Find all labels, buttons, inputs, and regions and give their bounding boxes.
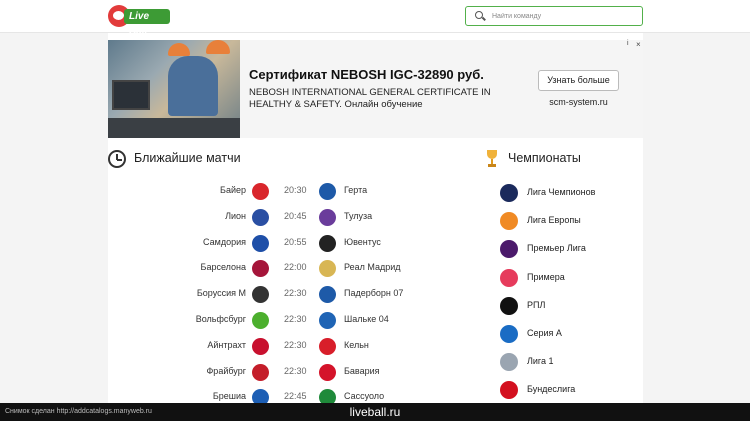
league-logo-icon (500, 325, 518, 343)
away-team-logo-icon (319, 337, 336, 355)
league-logo-icon (500, 184, 518, 202)
home-team-logo-icon (252, 183, 269, 200)
home-team-name[interactable]: Вольфсбург (196, 314, 246, 324)
match-time: 22:45 (284, 391, 307, 402)
league-logo-icon (500, 240, 518, 259)
championship-name[interactable]: Премьер Лига (527, 243, 586, 253)
away-team-name[interactable]: Герта (344, 185, 367, 195)
away-team-logo-icon (319, 286, 336, 304)
match-time: 22:00 (284, 262, 307, 273)
championship-item[interactable]: Лига Европы (500, 210, 640, 232)
championship-item[interactable]: Лига Чемпионов (500, 182, 640, 204)
home-team-logo-icon (252, 337, 269, 355)
match-time: 22:30 (284, 365, 307, 376)
home-team-logo-icon (252, 260, 269, 278)
home-team-name[interactable]: Лион (225, 211, 246, 221)
away-team-name[interactable]: Сассуоло (344, 391, 384, 401)
league-logo-icon (500, 212, 518, 231)
championship-name[interactable]: Примера (527, 272, 565, 282)
away-team-logo-icon (319, 208, 336, 226)
match-row[interactable]: Айнтрахт 22:30 Кельн (108, 334, 438, 360)
away-team-logo-icon (319, 312, 336, 329)
home-team-name[interactable]: Боруссия М (197, 288, 246, 298)
championship-name[interactable]: Лига Чемпионов (527, 187, 595, 197)
matches-title: Ближайшие матчи (134, 151, 241, 165)
home-team-logo-icon (252, 208, 269, 226)
ad-learn-more-button[interactable]: Узнать больше (538, 70, 619, 91)
home-team-name[interactable]: Брешиа (213, 391, 246, 401)
championship-item[interactable]: РПЛ (500, 295, 640, 317)
away-team-name[interactable]: Тулуза (344, 211, 372, 221)
home-team-logo-icon (252, 363, 269, 381)
site-logo[interactable]: Live Ball (108, 5, 170, 37)
search-input[interactable] (492, 8, 640, 24)
footer: Снимок сделан http://addcatalogs.manyweb… (0, 403, 750, 421)
league-logo-icon (500, 296, 518, 315)
away-team-name[interactable]: Шальке 04 (344, 314, 389, 324)
home-team-name[interactable]: Фрайбург (206, 366, 246, 376)
championship-item[interactable]: Примера (500, 267, 640, 289)
home-team-name[interactable]: Самдория (203, 237, 246, 247)
home-team-logo-icon (252, 312, 269, 329)
home-team-name[interactable]: Айнтрахт (207, 340, 246, 350)
championships-title: Чемпионаты (508, 151, 581, 165)
championship-item[interactable]: Бундеслига (500, 379, 640, 401)
clock-icon (108, 150, 126, 168)
search-icon (475, 11, 483, 19)
match-time: 20:45 (284, 210, 307, 221)
away-team-logo-icon (319, 183, 336, 200)
logo-text: Live Ball (124, 9, 170, 37)
championship-name[interactable]: Бундеслига (527, 384, 575, 394)
championship-name[interactable]: Лига 1 (527, 356, 554, 366)
home-team-name[interactable]: Барселона (201, 262, 246, 272)
match-time: 22:30 (284, 339, 307, 350)
match-row[interactable]: Боруссия М 22:30 Падерборн 07 (108, 282, 438, 308)
match-row[interactable]: Байер 20:30 Герта (108, 179, 438, 205)
away-team-logo-icon (319, 234, 336, 252)
ad-info-icon[interactable]: i (627, 40, 629, 47)
match-row[interactable]: Фрайбург 22:30 Бавария (108, 360, 438, 386)
ad-image[interactable] (108, 40, 240, 138)
away-team-name[interactable]: Кельн (344, 340, 369, 350)
championship-name[interactable]: РПЛ (527, 300, 545, 310)
match-row[interactable]: Вольфсбург 22:30 Шальке 04 (108, 308, 438, 334)
league-logo-icon (500, 353, 518, 372)
footer-site[interactable]: liveball.ru (0, 405, 750, 419)
championship-name[interactable]: Серия А (527, 328, 562, 338)
ad-description: NEBOSH INTERNATIONAL GENERAL CERTIFICATE… (249, 87, 491, 110)
away-team-name[interactable]: Бавария (344, 366, 380, 376)
ad-title[interactable]: Сертификат NEBOSH IGC-32890 руб. (249, 67, 484, 82)
match-row[interactable]: Барселона 22:00 Реал Мадрид (108, 256, 438, 282)
search-box[interactable] (465, 6, 643, 26)
away-team-logo-icon (319, 260, 336, 278)
championship-item[interactable]: Премьер Лига (500, 238, 640, 260)
trophy-icon (486, 150, 498, 168)
site-header: Live Ball (0, 0, 750, 37)
ad-close-icon[interactable]: × (636, 40, 641, 49)
away-team-name[interactable]: Падерборн 07 (344, 288, 403, 298)
home-team-name[interactable]: Байер (220, 185, 246, 195)
away-team-name[interactable]: Реал Мадрид (344, 262, 401, 272)
match-time: 22:30 (284, 314, 307, 324)
away-team-name[interactable]: Ювентус (344, 237, 381, 247)
ad-banner[interactable]: Сертификат NEBOSH IGC-32890 руб. NEBOSH … (108, 40, 643, 138)
match-time: 20:30 (284, 185, 307, 195)
ad-domain[interactable]: scm-system.ru (538, 97, 619, 107)
match-time: 22:30 (284, 288, 307, 299)
match-row[interactable]: Лион 20:45 Тулуза (108, 205, 438, 231)
match-time: 20:55 (284, 236, 307, 247)
match-row[interactable]: Самдория 20:55 Ювентус (108, 231, 438, 257)
home-team-logo-icon (252, 286, 269, 304)
league-logo-icon (500, 268, 518, 287)
championship-item[interactable]: Серия А (500, 323, 640, 345)
home-team-logo-icon (252, 234, 269, 252)
away-team-logo-icon (319, 363, 336, 381)
league-logo-icon (500, 381, 518, 400)
championship-item[interactable]: Лига 1 (500, 351, 640, 373)
championship-name[interactable]: Лига Европы (527, 215, 581, 225)
